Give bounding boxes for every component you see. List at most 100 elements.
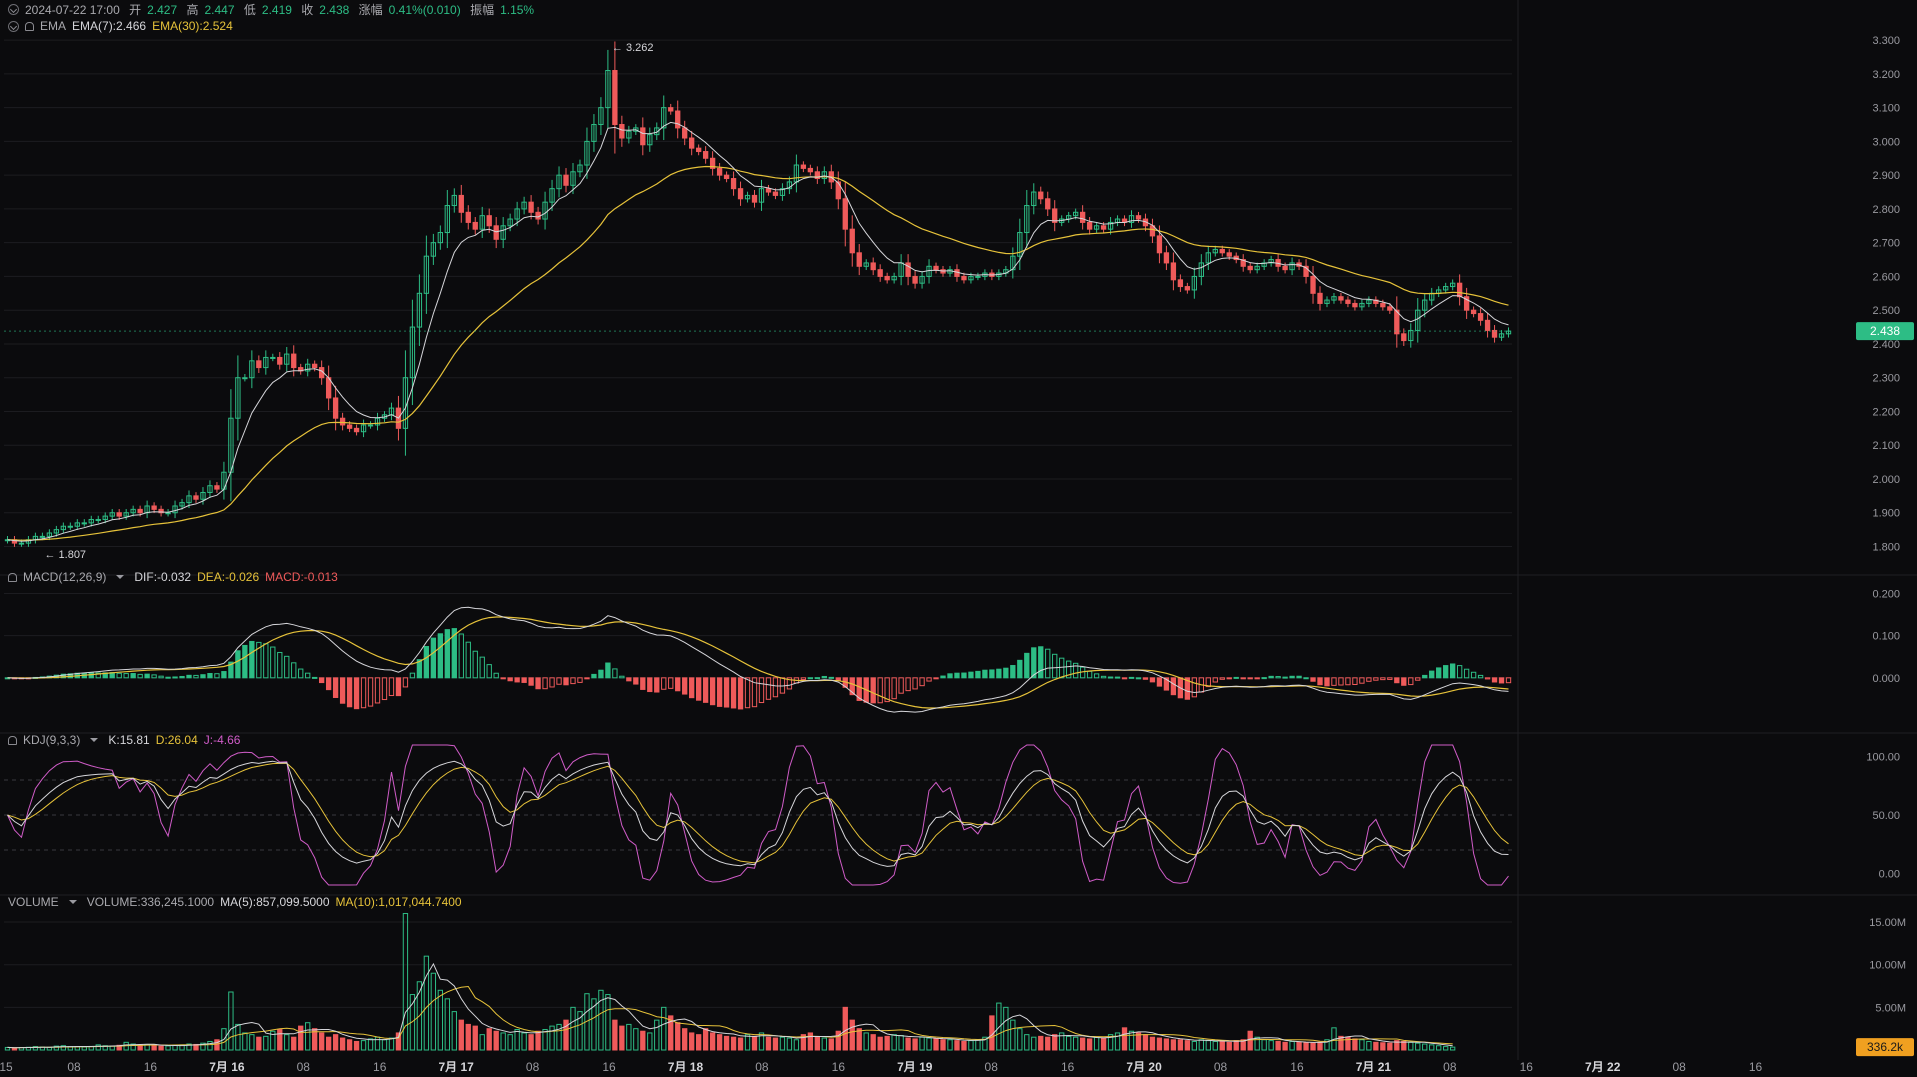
candle-body <box>1380 302 1386 308</box>
macd-histogram-bar <box>179 675 185 679</box>
macd-histogram-bar <box>730 677 737 709</box>
bell-icon[interactable] <box>8 735 17 745</box>
volume-bar <box>325 1036 332 1051</box>
candle-body <box>1038 191 1044 200</box>
volume-bar <box>856 1028 862 1051</box>
volume-bar <box>1038 1035 1044 1051</box>
macd-histogram-bar <box>584 677 590 680</box>
x-tick-label: 15 <box>0 1060 13 1074</box>
candle-body <box>1484 319 1491 331</box>
x-tick-label: 08 <box>67 1060 81 1074</box>
x-tick-label: 7月 18 <box>668 1060 704 1074</box>
bell-icon[interactable] <box>25 21 34 31</box>
macd-histogram-bar <box>507 677 513 682</box>
macd-histogram-bar <box>682 677 688 695</box>
chevron-down-icon[interactable] <box>90 738 99 742</box>
volume-bar <box>277 1029 283 1051</box>
macd-histogram-bar <box>1142 677 1149 680</box>
volume-bar <box>1310 1042 1316 1051</box>
change-label: 涨幅 <box>358 3 383 17</box>
price-tick-label: 2.000 <box>1872 474 1900 486</box>
candle-body <box>332 397 339 419</box>
x-tick-label: 16 <box>832 1060 846 1074</box>
macd-histogram-bar <box>716 677 723 707</box>
x-tick-label: 08 <box>297 1060 311 1074</box>
volume-bar <box>318 1032 325 1051</box>
candle-body <box>975 275 981 278</box>
macd-indicator-name[interactable]: MACD(12,26,9) <box>23 570 106 584</box>
last-volume-value: 336.2k <box>1867 1040 1904 1054</box>
volume-bar <box>1380 1042 1386 1051</box>
macd-histogram-bar <box>647 677 653 693</box>
volume-bar <box>772 1037 779 1051</box>
trading-chart[interactable]: ← 3.262 ← 1.807 3.300 3.200 3.100 3.000 2.900… <box>0 0 1917 1077</box>
price-tick-label: 2.500 <box>1872 305 1900 317</box>
macd-histogram-bar <box>1317 677 1323 686</box>
chevron-down-icon[interactable] <box>116 575 125 579</box>
volume-bar <box>563 1019 569 1051</box>
x-tick-label: 16 <box>1749 1060 1763 1074</box>
macd-histogram-bar <box>528 677 534 686</box>
candle-body <box>312 363 318 369</box>
macd-histogram-bar <box>521 677 527 683</box>
x-tick-label: 7月 20 <box>1126 1060 1162 1074</box>
chevron-down-icon[interactable] <box>68 900 77 904</box>
macd-histogram-bar <box>1324 677 1330 687</box>
volume-bar <box>828 1038 834 1051</box>
close-value: 2.438 <box>319 3 350 17</box>
bell-icon[interactable] <box>8 572 17 582</box>
volume-bar <box>1086 1038 1093 1051</box>
candle-body <box>1338 296 1344 301</box>
macd-dea-value: DEA:-0.026 <box>197 570 260 584</box>
macd-histogram-bar <box>814 677 821 680</box>
volume-bar <box>256 1036 262 1051</box>
volume-bar <box>612 1019 618 1051</box>
kdj-indicator-name[interactable]: KDJ(9,3,3) <box>23 733 80 747</box>
macd-histogram-bar <box>1107 676 1114 679</box>
candle-body <box>640 127 646 146</box>
volume-bar <box>291 1036 297 1051</box>
macd-histogram-bar <box>640 677 646 690</box>
candle-body <box>870 262 876 271</box>
ema7-value: EMA(7):2.466 <box>72 19 147 33</box>
x-tick-label: 7月 16 <box>209 1060 245 1074</box>
price-tick-label: 3.300 <box>1872 35 1900 47</box>
kdj-j-value: J:-4.66 <box>203 733 241 747</box>
candle-body <box>1163 252 1170 264</box>
macd-histogram-bar <box>940 675 946 679</box>
price-tick-label: 2.400 <box>1872 339 1900 351</box>
macd-histogram-bar <box>1422 674 1428 679</box>
macd-histogram-bar <box>709 677 716 706</box>
price-tick-label: 1.900 <box>1872 508 1900 520</box>
macd-histogram-bar <box>500 677 506 680</box>
macd-histogram-bar <box>626 677 632 682</box>
macd-histogram-bar <box>423 646 430 679</box>
macd-histogram-bar <box>88 672 94 679</box>
volume-bar <box>214 1039 220 1051</box>
price-tick-label: 2.800 <box>1872 204 1900 216</box>
candle-body <box>346 424 353 429</box>
macd-histogram-bar <box>514 677 520 683</box>
macd-histogram-bar <box>1031 647 1037 679</box>
x-tick-label: 7月 19 <box>897 1060 933 1074</box>
volume-bar <box>723 1035 730 1051</box>
candle-body <box>702 151 709 159</box>
volume-bar <box>751 1035 758 1051</box>
candle-body <box>1477 313 1484 321</box>
x-tick-label: 08 <box>1672 1060 1686 1074</box>
macd-histogram-bar <box>430 637 437 679</box>
macd-histogram-bar <box>1310 677 1316 682</box>
macd-histogram-bar <box>933 677 939 680</box>
ema-indicator-name[interactable]: EMA <box>40 19 66 33</box>
candle-body <box>1247 265 1253 271</box>
collapse-icon[interactable] <box>8 4 19 15</box>
macd-histogram-bar <box>1303 677 1309 680</box>
macd-histogram-bar <box>598 669 604 679</box>
macd-histogram-bar <box>870 677 876 704</box>
volume-indicator-name[interactable]: VOLUME <box>8 895 59 909</box>
volume-bar <box>1296 1041 1302 1051</box>
macd-histogram-bar <box>723 677 730 708</box>
candle-body <box>842 198 848 230</box>
collapse-icon[interactable] <box>8 20 19 32</box>
candle-body <box>1219 248 1225 254</box>
